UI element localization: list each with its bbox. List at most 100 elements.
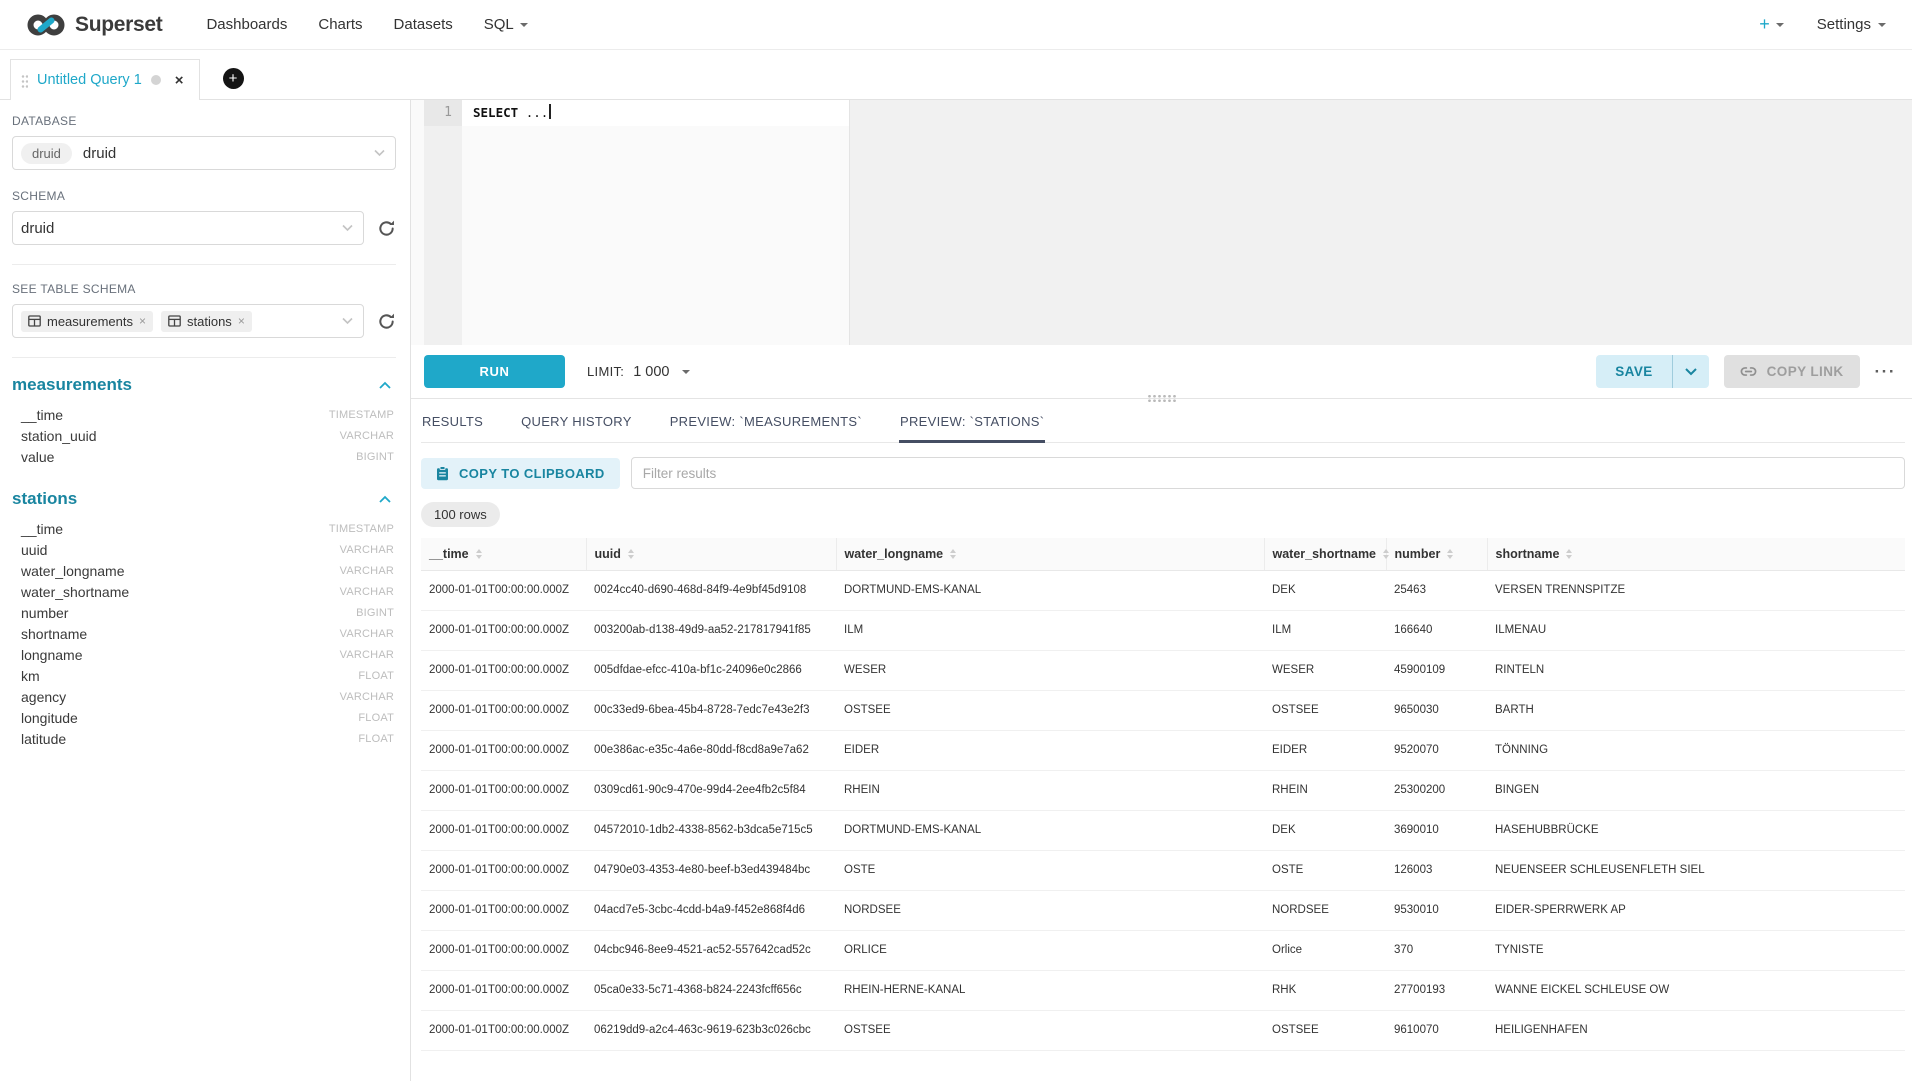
- superset-logo-icon: [26, 13, 66, 37]
- collapse-table-button[interactable]: [377, 493, 393, 505]
- cell-time: 2000-01-01T00:00:00.000Z: [421, 650, 586, 690]
- column-name: __time: [21, 407, 63, 423]
- drag-handle-icon[interactable]: [21, 73, 28, 88]
- cell-number: 27700193: [1386, 970, 1487, 1010]
- limit-dropdown[interactable]: LIMIT: 1 000: [587, 364, 690, 380]
- results-tab[interactable]: PREVIEW: `MEASUREMENTS`: [669, 399, 863, 443]
- cell-water-longname: DORTMUND-EMS-KANAL: [836, 810, 1264, 850]
- table-chip[interactable]: stations ×: [161, 311, 252, 332]
- caret-down-icon: [682, 370, 690, 378]
- content: DATABASE druid druid SCHEMA druid: [0, 100, 1912, 1081]
- results-tab[interactable]: PREVIEW: `STATIONS`: [899, 399, 1045, 443]
- pane-resize-handle[interactable]: [1147, 394, 1177, 404]
- cell-time: 2000-01-01T00:00:00.000Z: [421, 1010, 586, 1050]
- results-grid: __time uuid: [421, 538, 1905, 1051]
- new-item-menu[interactable]: +: [1759, 14, 1784, 35]
- sql-editor[interactable]: 1 SELECT ...: [411, 100, 1912, 345]
- table-row: 2000-01-01T00:00:00.000Z 05ca0e33-5c71-4…: [421, 970, 1905, 1010]
- save-options-button[interactable]: [1673, 355, 1709, 388]
- sort-icon[interactable]: [1566, 549, 1572, 559]
- editor-gutter: 1: [424, 100, 462, 345]
- sort-icon[interactable]: [476, 549, 482, 559]
- column-header[interactable]: number: [1386, 538, 1487, 570]
- database-select[interactable]: druid druid: [12, 136, 396, 170]
- editor-print-margin: [849, 100, 1912, 345]
- cell-shortname: BINGEN: [1487, 770, 1905, 810]
- see-table-schema-label: SEE TABLE SCHEMA: [12, 282, 396, 296]
- cell-shortname: WANNE EICKEL SCHLEUSE OW: [1487, 970, 1905, 1010]
- table-schema-stations: stations __time TIMESTAMP: [12, 489, 396, 749]
- results-tab[interactable]: RESULTS: [421, 399, 484, 443]
- nav-item[interactable]: Dashboards: [206, 16, 287, 33]
- column-header-label: __time: [429, 547, 469, 561]
- results-tab[interactable]: QUERY HISTORY: [520, 399, 633, 443]
- schema-column-row: water_longname VARCHAR: [12, 560, 396, 581]
- nav-item[interactable]: Charts: [318, 16, 362, 33]
- remove-chip-icon[interactable]: ×: [139, 315, 146, 327]
- refresh-schemas-button[interactable]: [377, 219, 396, 238]
- collapse-table-button[interactable]: [377, 379, 393, 391]
- cell-water-longname: EIDER: [836, 730, 1264, 770]
- nav-item[interactable]: Datasets: [394, 16, 453, 33]
- column-header[interactable]: water_shortname: [1264, 538, 1386, 570]
- cell-shortname: ILMENAU: [1487, 610, 1905, 650]
- copy-link-button[interactable]: COPY LINK: [1724, 355, 1860, 388]
- cell-uuid: 06219dd9-a2c4-463c-9619-623b3c026cbc: [586, 1010, 836, 1050]
- cell-uuid: 04572010-1db2-4338-8562-b3dca5e715c5: [586, 810, 836, 850]
- cell-water-shortname: OSTSEE: [1264, 1010, 1386, 1050]
- schema-column-row: agency VARCHAR: [12, 686, 396, 707]
- sort-icon[interactable]: [1447, 549, 1453, 559]
- nav-item-sql-menu[interactable]: SQL: [484, 16, 528, 33]
- remove-chip-icon[interactable]: ×: [238, 315, 245, 327]
- column-type: BIGINT: [356, 607, 394, 619]
- cell-water-shortname: NORDSEE: [1264, 890, 1386, 930]
- column-type: TIMESTAMP: [329, 523, 394, 535]
- cell-number: 126003: [1386, 850, 1487, 890]
- schema-select[interactable]: druid: [12, 211, 364, 245]
- close-icon[interactable]: ×: [175, 73, 184, 88]
- cell-shortname: TYNISTE: [1487, 930, 1905, 970]
- add-tab-button[interactable]: +: [223, 68, 244, 89]
- query-tab-active[interactable]: Untitled Query 1 ×: [10, 59, 200, 100]
- column-type: VARCHAR: [340, 586, 394, 598]
- sort-icon[interactable]: [628, 549, 634, 559]
- column-name: shortname: [21, 626, 87, 642]
- column-name: uuid: [21, 542, 47, 558]
- filter-results-input[interactable]: [631, 457, 1905, 489]
- chevron-down-icon: [342, 225, 353, 232]
- table-row: 2000-01-01T00:00:00.000Z 0309cd61-90c9-4…: [421, 770, 1905, 810]
- copy-to-clipboard-button[interactable]: COPY TO CLIPBOARD: [421, 458, 620, 489]
- superset-home-link[interactable]: Superset: [26, 13, 162, 37]
- cell-water-longname: OSTSEE: [836, 1010, 1264, 1050]
- chevron-down-icon: [374, 150, 385, 157]
- caret-down-icon: [1776, 23, 1784, 31]
- text-cursor: [549, 104, 551, 119]
- run-button[interactable]: RUN: [424, 355, 565, 388]
- limit-label: LIMIT:: [587, 364, 624, 379]
- column-header[interactable]: __time: [421, 538, 586, 570]
- cell-uuid: 00e386ac-e35c-4a6e-80dd-f8cd8a9e7a62: [586, 730, 836, 770]
- database-type-pill: druid: [21, 143, 72, 164]
- table-chip[interactable]: measurements ×: [21, 311, 153, 332]
- save-button[interactable]: SAVE: [1596, 355, 1671, 388]
- cell-water-longname: RHEIN-HERNE-KANAL: [836, 970, 1264, 1010]
- cell-uuid: 0309cd61-90c9-470e-99d4-2ee4fb2c5f84: [586, 770, 836, 810]
- caret-down-icon: [1878, 23, 1886, 31]
- sort-icon[interactable]: [1383, 549, 1389, 559]
- query-tab-title: Untitled Query 1: [37, 72, 142, 88]
- refresh-tables-button[interactable]: [377, 312, 396, 331]
- table-header-row: __time uuid: [421, 538, 1905, 570]
- settings-menu[interactable]: Settings: [1817, 16, 1886, 33]
- cell-number: 45900109: [1386, 650, 1487, 690]
- column-name: water_shortname: [21, 584, 129, 600]
- column-type: TIMESTAMP: [329, 409, 394, 421]
- sort-icon[interactable]: [950, 549, 956, 559]
- schema-column-row: longitude FLOAT: [12, 707, 396, 728]
- table-schema-measurements: measurements __time TIMESTAMP: [12, 375, 396, 467]
- column-name: number: [21, 605, 68, 621]
- table-schema-select[interactable]: measurements × stations ×: [12, 304, 364, 338]
- column-header[interactable]: shortname: [1487, 538, 1905, 570]
- column-header[interactable]: water_longname: [836, 538, 1264, 570]
- more-actions-button[interactable]: ···: [1875, 363, 1896, 380]
- column-header[interactable]: uuid: [586, 538, 836, 570]
